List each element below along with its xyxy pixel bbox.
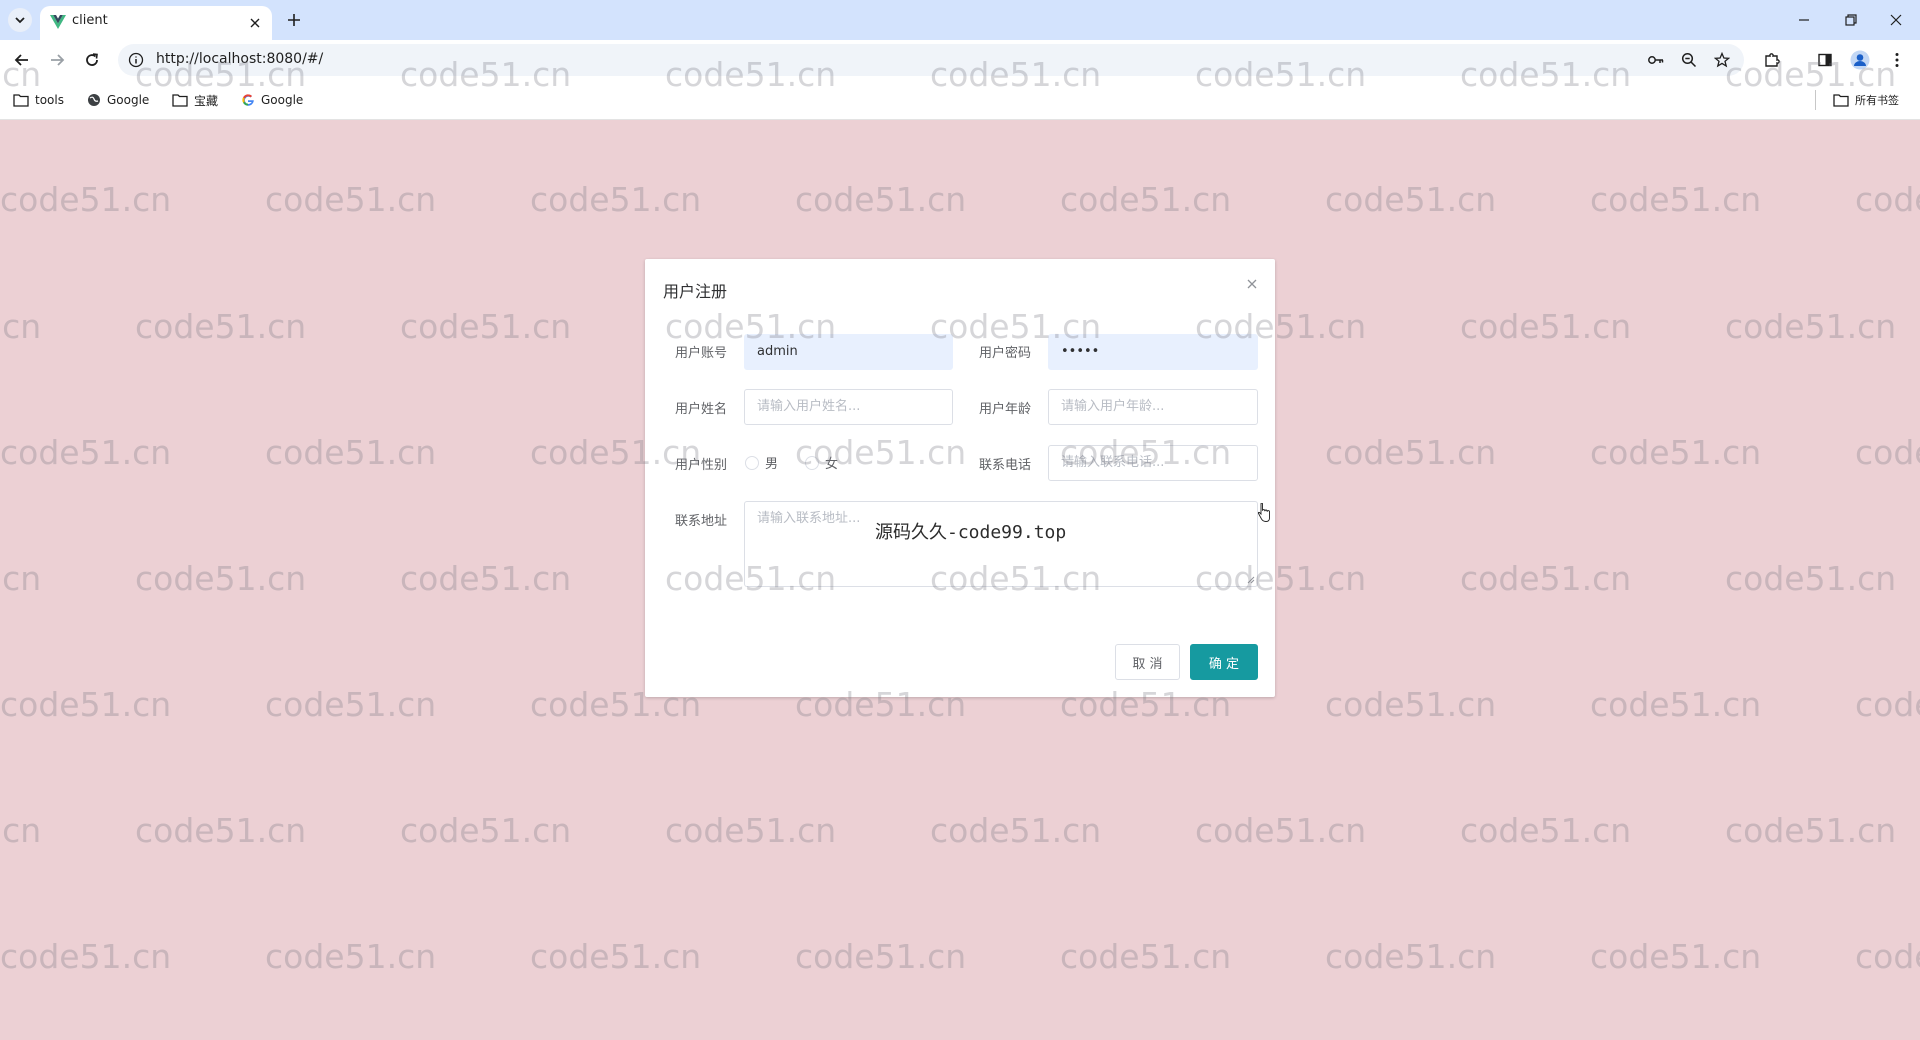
- age-placeholder: 请输入用户年龄...: [1061, 399, 1165, 414]
- close-icon: [1247, 279, 1257, 289]
- gender-radio-male[interactable]: 男: [745, 453, 778, 472]
- cancel-button[interactable]: 取 消: [1115, 644, 1180, 680]
- bookmarks-bar: tools Google 宝藏 Google 所有书签: [0, 80, 1920, 120]
- password-input[interactable]: •••••: [1048, 334, 1258, 370]
- reload-icon: [86, 53, 98, 66]
- name-label: 用户姓名: [674, 402, 727, 417]
- bookmark-label: tools: [35, 93, 64, 107]
- name-input[interactable]: 请输入用户姓名...: [744, 389, 953, 425]
- password-label: 用户密码: [978, 346, 1031, 361]
- account-label: 用户账号: [674, 346, 727, 361]
- side-panel-button[interactable]: [1813, 48, 1837, 72]
- forward-button[interactable]: [45, 48, 69, 72]
- gender-label: 用户性别: [674, 458, 727, 473]
- resize-handle-icon[interactable]: [1247, 576, 1255, 584]
- extensions-button[interactable]: [1760, 48, 1784, 72]
- bookmark-label: 宝藏: [194, 93, 219, 108]
- key-icon: [1648, 56, 1664, 64]
- bookmark-google-2[interactable]: Google: [241, 90, 303, 110]
- side-panel-icon: [1818, 53, 1832, 67]
- new-tab-button[interactable]: [282, 8, 306, 32]
- phone-placeholder: 请输入联系电话...: [1061, 455, 1165, 470]
- arrow-left-icon: [14, 54, 28, 66]
- tab-strip: client: [0, 0, 1920, 40]
- bookmark-google-1[interactable]: Google: [87, 90, 149, 110]
- phone-input[interactable]: 请输入联系电话...: [1048, 445, 1258, 481]
- address-textarea[interactable]: 请输入联系地址...: [744, 501, 1258, 587]
- register-dialog: 用户注册 用户账号 admin 用户密码 ••••• 用户姓名 请输入用户姓名.…: [645, 259, 1275, 697]
- mouse-pointer-icon: [1257, 503, 1270, 522]
- bookmark-folder-treasure[interactable]: 宝藏: [172, 90, 218, 110]
- close-icon: [1890, 14, 1902, 26]
- browser-tab[interactable]: client: [40, 6, 272, 40]
- address-bar[interactable]: http://localhost:8080/#/: [118, 44, 1744, 76]
- reload-button[interactable]: [80, 48, 104, 72]
- password-key-button[interactable]: [1646, 50, 1666, 70]
- dialog-close-button[interactable]: [1243, 275, 1261, 293]
- radio-circle: [805, 455, 819, 470]
- bookmark-label: Google: [107, 93, 150, 107]
- tab-title: client: [72, 13, 108, 28]
- browser-toolbar: http://localhost:8080/#/: [0, 40, 1920, 80]
- gender-female-label: 女: [825, 457, 839, 472]
- arrow-right-icon: [51, 54, 65, 66]
- bookmarks-divider: [1815, 90, 1816, 110]
- age-label: 用户年龄: [978, 402, 1031, 417]
- folder-icon: [172, 94, 188, 107]
- menu-button[interactable]: [1885, 48, 1909, 72]
- chevron-down-icon: [15, 17, 25, 24]
- address-label: 联系地址: [674, 514, 727, 529]
- vue-logo-icon: [50, 15, 66, 29]
- gender-male-label: 男: [765, 457, 779, 472]
- age-input[interactable]: 请输入用户年龄...: [1048, 389, 1258, 425]
- folder-icon: [1833, 94, 1849, 107]
- account-input[interactable]: admin: [744, 334, 953, 370]
- tab-close-button[interactable]: [246, 14, 264, 32]
- gender-radio-female[interactable]: 女: [805, 453, 838, 472]
- back-button[interactable]: [10, 48, 34, 72]
- dialog-title: 用户注册: [663, 282, 728, 301]
- restore-button[interactable]: [1835, 6, 1867, 34]
- password-value: •••••: [1061, 344, 1100, 359]
- zoom-button[interactable]: [1679, 50, 1699, 70]
- confirm-button[interactable]: 确 定: [1190, 644, 1258, 680]
- close-icon: [250, 18, 260, 28]
- site-info-icon[interactable]: [128, 52, 144, 68]
- more-vertical-icon: [1895, 53, 1899, 67]
- minimize-icon: [1799, 19, 1809, 21]
- star-icon: [1714, 52, 1730, 68]
- bookmark-star-button[interactable]: [1712, 50, 1732, 70]
- puzzle-icon: [1765, 53, 1780, 67]
- tab-search-button[interactable]: [8, 8, 32, 32]
- address-placeholder: 请输入联系地址...: [757, 511, 861, 526]
- bookmark-label: Google: [261, 93, 304, 107]
- plus-icon: [288, 14, 300, 26]
- account-value: admin: [757, 344, 798, 359]
- name-placeholder: 请输入用户姓名...: [757, 399, 861, 414]
- google-logo-icon: [242, 94, 254, 106]
- restore-icon: [1845, 14, 1857, 26]
- profile-button[interactable]: [1848, 48, 1872, 72]
- globe-icon: [88, 94, 100, 106]
- bookmark-folder-tools[interactable]: tools: [13, 90, 64, 110]
- phone-label: 联系电话: [978, 458, 1031, 473]
- radio-circle: [745, 455, 759, 470]
- minimize-button[interactable]: [1788, 6, 1820, 34]
- close-window-button[interactable]: [1880, 6, 1912, 34]
- all-bookmarks-label: 所有书签: [1855, 94, 1899, 107]
- folder-icon: [13, 94, 29, 107]
- url-text: http://localhost:8080/#/: [156, 51, 324, 67]
- all-bookmarks-folder[interactable]: 所有书签: [1833, 90, 1899, 110]
- overlay-watermark-text: 源码久久-code99.top: [875, 522, 1067, 543]
- avatar-icon: [1850, 50, 1870, 70]
- zoom-icon: [1681, 52, 1697, 68]
